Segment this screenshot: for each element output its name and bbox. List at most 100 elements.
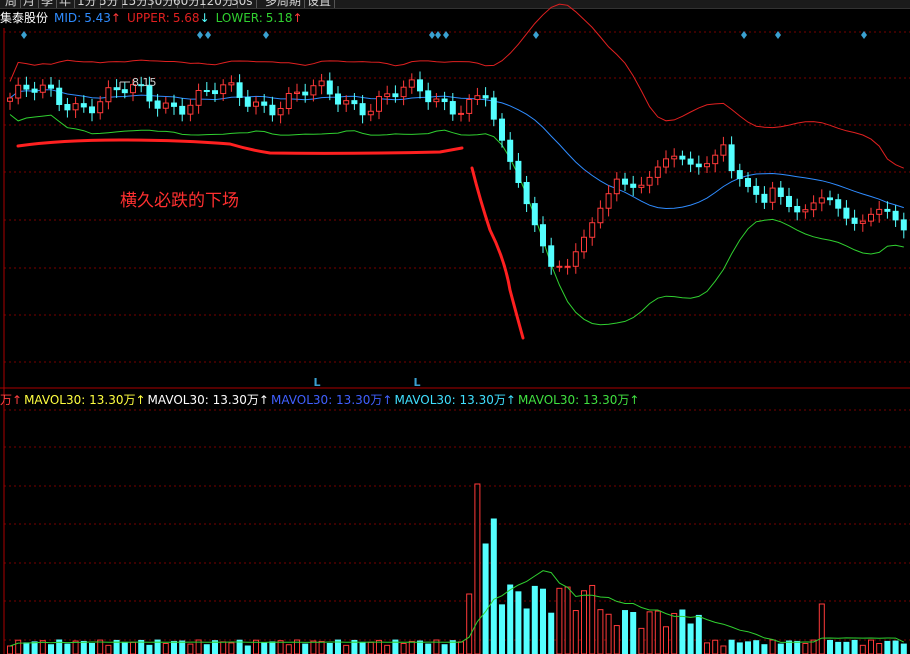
volume-bar [663, 626, 669, 654]
volume-bar [835, 641, 842, 654]
candle-body [458, 112, 464, 115]
candle-body [203, 90, 210, 93]
volume-bar [712, 639, 719, 654]
candle-body [441, 98, 448, 103]
candle-body [736, 170, 743, 180]
volume-bar [171, 640, 177, 654]
support-line-annotation [16, 138, 464, 155]
volume-bar [15, 639, 22, 654]
candle-body [892, 210, 899, 221]
volume-bar [523, 608, 530, 654]
candle-body [56, 87, 63, 105]
volume-bar [556, 587, 563, 654]
candle-body [72, 103, 79, 111]
volume-bar [80, 640, 87, 654]
candle-body [310, 85, 317, 96]
candle-body [187, 104, 194, 115]
candle-body [318, 80, 325, 87]
volume-bar [704, 642, 710, 654]
candle-body [482, 95, 489, 99]
candle-body [433, 98, 440, 103]
volume-bar [540, 588, 546, 654]
volume-bar [564, 586, 571, 654]
volume-bar [458, 641, 464, 654]
volume-bar [130, 641, 136, 654]
candle-body [687, 158, 694, 165]
candle-body [794, 206, 801, 213]
candle-body [646, 176, 653, 186]
volume-bar [827, 639, 833, 654]
volume-bar [818, 603, 825, 654]
candle-body [113, 87, 120, 91]
mavol-line [9, 570, 905, 647]
volume-bar [695, 614, 702, 654]
volume-bar [859, 644, 866, 654]
volume-bar [244, 645, 251, 654]
candle-body [827, 197, 833, 201]
volume-bar [449, 640, 456, 654]
candle-body [326, 80, 333, 95]
chart-annotation: 横久必跌的下场 [120, 191, 239, 211]
volume-bar [466, 593, 473, 654]
signal-diamond [197, 31, 203, 39]
candle-body [695, 163, 702, 168]
volume-bar [507, 584, 514, 654]
candle-body [449, 101, 456, 115]
candle-body [261, 101, 268, 106]
volume-bar [769, 639, 776, 654]
volume-bar [490, 518, 497, 654]
candle-body [244, 96, 251, 107]
candle-body [572, 251, 579, 267]
volume-bar [597, 609, 604, 654]
kline-chart[interactable]: 8.15 L L [0, 0, 910, 654]
signal-diamond [741, 31, 747, 39]
mavol-legend-item: MAVOL30: 13.30万↑ [271, 393, 393, 407]
candle-body [7, 97, 13, 102]
signal-diamond [263, 31, 269, 39]
volume-bar [203, 644, 210, 654]
volume-bar [548, 612, 555, 654]
candle-body [589, 222, 596, 238]
volume-legend: 万↑ MAVOL30: 13.30万↑ MAVOL30: 13.30万↑ MAVOL3… [0, 392, 641, 408]
volume-bar [31, 641, 38, 654]
candle-body [745, 178, 751, 187]
candle-body [408, 79, 415, 88]
signal-l-marker: L [313, 376, 320, 389]
candle-body [285, 93, 292, 110]
volume-bar [162, 642, 169, 654]
candle-body [581, 236, 587, 253]
candle-body [523, 181, 530, 205]
candle-body [121, 89, 128, 94]
candle-body [15, 84, 22, 99]
candle-body [277, 108, 284, 116]
signal-diamond [21, 31, 27, 39]
volume-bar [876, 642, 883, 654]
volume-bar [736, 642, 743, 654]
volume-bar [400, 642, 407, 654]
volume-bar [417, 640, 423, 654]
volume-bar [23, 642, 30, 654]
candle-body [712, 154, 719, 165]
volume-bar [687, 623, 694, 654]
signal-l-marker: L [413, 376, 420, 389]
volume-bar [900, 643, 907, 654]
signal-diamond [861, 31, 867, 39]
volume-bar [613, 625, 620, 654]
volume-bar [474, 483, 481, 654]
candle-body [220, 84, 227, 95]
volume-bar [581, 590, 587, 654]
volume-bar [408, 640, 415, 654]
candle-body [80, 103, 87, 108]
candle-body [540, 224, 546, 247]
candle-body [490, 97, 497, 120]
candle-body [605, 193, 612, 209]
volume-bar [384, 644, 391, 654]
candle-body [507, 139, 514, 162]
volume-bar [646, 611, 653, 654]
volume-bar [310, 640, 317, 654]
candle-body [868, 213, 874, 222]
volume-bar [753, 640, 760, 654]
candle-body [253, 101, 259, 107]
candle-body [786, 195, 792, 208]
candle-body [761, 193, 768, 203]
